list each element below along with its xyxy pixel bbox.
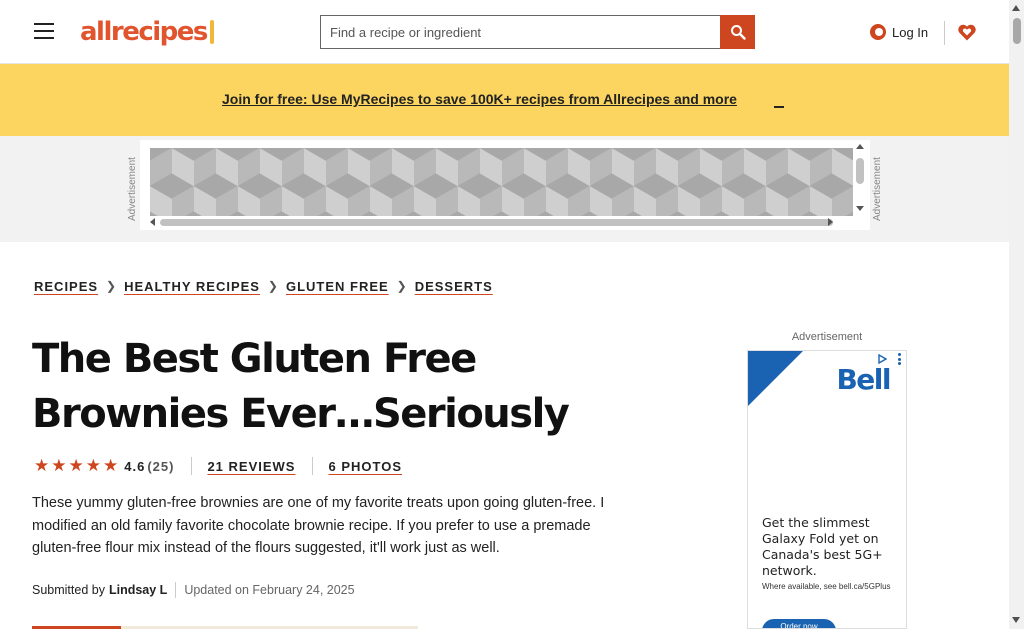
ad-horizontal-scrollbar[interactable]	[150, 218, 853, 226]
promo-link[interactable]: Join for free: Use MyRecipes to save 100…	[222, 91, 737, 107]
rating-count: (25)	[147, 458, 175, 474]
ad-scroll-thumb[interactable]	[160, 219, 833, 226]
side-ad[interactable]: Bell Get the slimmest Galaxy Fold yet on…	[747, 350, 907, 629]
recipe-title: The Best Gluten Free Brownies Ever…Serio…	[32, 336, 570, 437]
meta-divider	[191, 457, 193, 475]
ad-cta-button[interactable]: Order now	[762, 619, 836, 628]
chevron-right-icon: ❯	[267, 279, 278, 293]
site-header: allrecipes Log In	[0, 0, 1009, 64]
chevron-right-icon: ❯	[396, 279, 407, 293]
dash-icon	[774, 106, 784, 108]
star-rating[interactable]: ★ ★ ★ ★ ★	[34, 457, 118, 475]
banner-ad[interactable]	[140, 140, 870, 230]
recipe-description: These yummy gluten-free brownies are one…	[32, 495, 605, 556]
scroll-down-icon[interactable]	[1012, 617, 1020, 623]
allrecipes-logo[interactable]: allrecipes	[80, 15, 214, 49]
promo-dismiss-button[interactable]	[771, 88, 787, 110]
star-half-icon: ★	[103, 456, 119, 475]
rating-value[interactable]: 4.6	[124, 459, 145, 474]
search-button[interactable]	[720, 15, 755, 49]
scroll-down-icon[interactable]	[856, 206, 864, 211]
scroll-right-icon[interactable]	[828, 218, 833, 226]
ad-label-right: Advertisement	[872, 157, 883, 221]
logo-text: allrecipes	[80, 17, 208, 47]
recipe-meta-row: ★ ★ ★ ★ ★ 4.6 (25) 21 REVIEWS 6 PHOTOS	[34, 457, 402, 475]
chevron-right-icon: ❯	[106, 279, 117, 293]
scroll-up-icon[interactable]	[1012, 5, 1020, 11]
breadcrumb-desserts[interactable]: DESSERTS	[415, 279, 493, 294]
star-full-icon: ★	[51, 456, 67, 475]
search-icon	[730, 25, 746, 40]
star-full-icon: ★	[68, 456, 84, 475]
ad-fine-print: Where available, see bell.ca/5GPlus	[762, 582, 891, 591]
scroll-left-icon[interactable]	[150, 218, 155, 226]
breadcrumb-gluten-free[interactable]: GLUTEN FREE	[286, 279, 389, 294]
breadcrumb: RECIPES ❯ HEALTHY RECIPES ❯ GLUTEN FREE …	[34, 277, 493, 295]
search-box	[320, 15, 720, 49]
scroll-up-icon[interactable]	[856, 144, 864, 149]
reviews-link[interactable]: 21 REVIEWS	[207, 459, 295, 474]
header-divider	[944, 21, 945, 45]
updated-date: Updated on February 24, 2025	[184, 583, 355, 597]
ad-label-left: Advertisement	[127, 157, 138, 221]
heart-icon	[958, 24, 976, 40]
star-full-icon: ★	[85, 456, 101, 475]
byline-divider	[175, 582, 177, 598]
photos-link[interactable]: 6 PHOTOS	[328, 459, 402, 474]
search-input[interactable]	[321, 16, 720, 48]
more-options-icon[interactable]	[898, 353, 902, 365]
star-full-icon: ★	[34, 456, 50, 475]
page-scroll-thumb[interactable]	[1013, 18, 1021, 44]
menu-icon[interactable]	[32, 20, 56, 42]
meta-divider	[312, 457, 314, 475]
page: allrecipes Log In Join for free: Use MyR…	[0, 0, 1024, 629]
breadcrumb-healthy-recipes[interactable]: HEALTHY RECIPES	[124, 279, 260, 294]
page-scrollbar[interactable]	[1009, 0, 1024, 629]
ad-placeholder-image	[150, 148, 853, 216]
login-button[interactable]: Log In	[870, 22, 928, 42]
author-link[interactable]: Lindsay L	[109, 583, 167, 597]
bell-logo: Bell	[836, 363, 891, 396]
byline: Submitted by Lindsay L Updated on Februa…	[32, 581, 355, 599]
ad-vertical-scrollbar[interactable]	[855, 144, 865, 214]
ad-headline: Get the slimmest Galaxy Fold yet on Cana…	[762, 515, 883, 578]
breadcrumb-recipes[interactable]: RECIPES	[34, 279, 98, 294]
user-icon	[870, 24, 886, 40]
favorites-button[interactable]	[956, 20, 978, 44]
ad-corner-graphic	[748, 351, 803, 406]
login-label: Log In	[892, 24, 929, 40]
side-ad-label: Advertisement	[791, 331, 863, 343]
submitted-by-label: Submitted by	[32, 583, 105, 597]
ad-vscroll-thumb[interactable]	[856, 158, 864, 184]
